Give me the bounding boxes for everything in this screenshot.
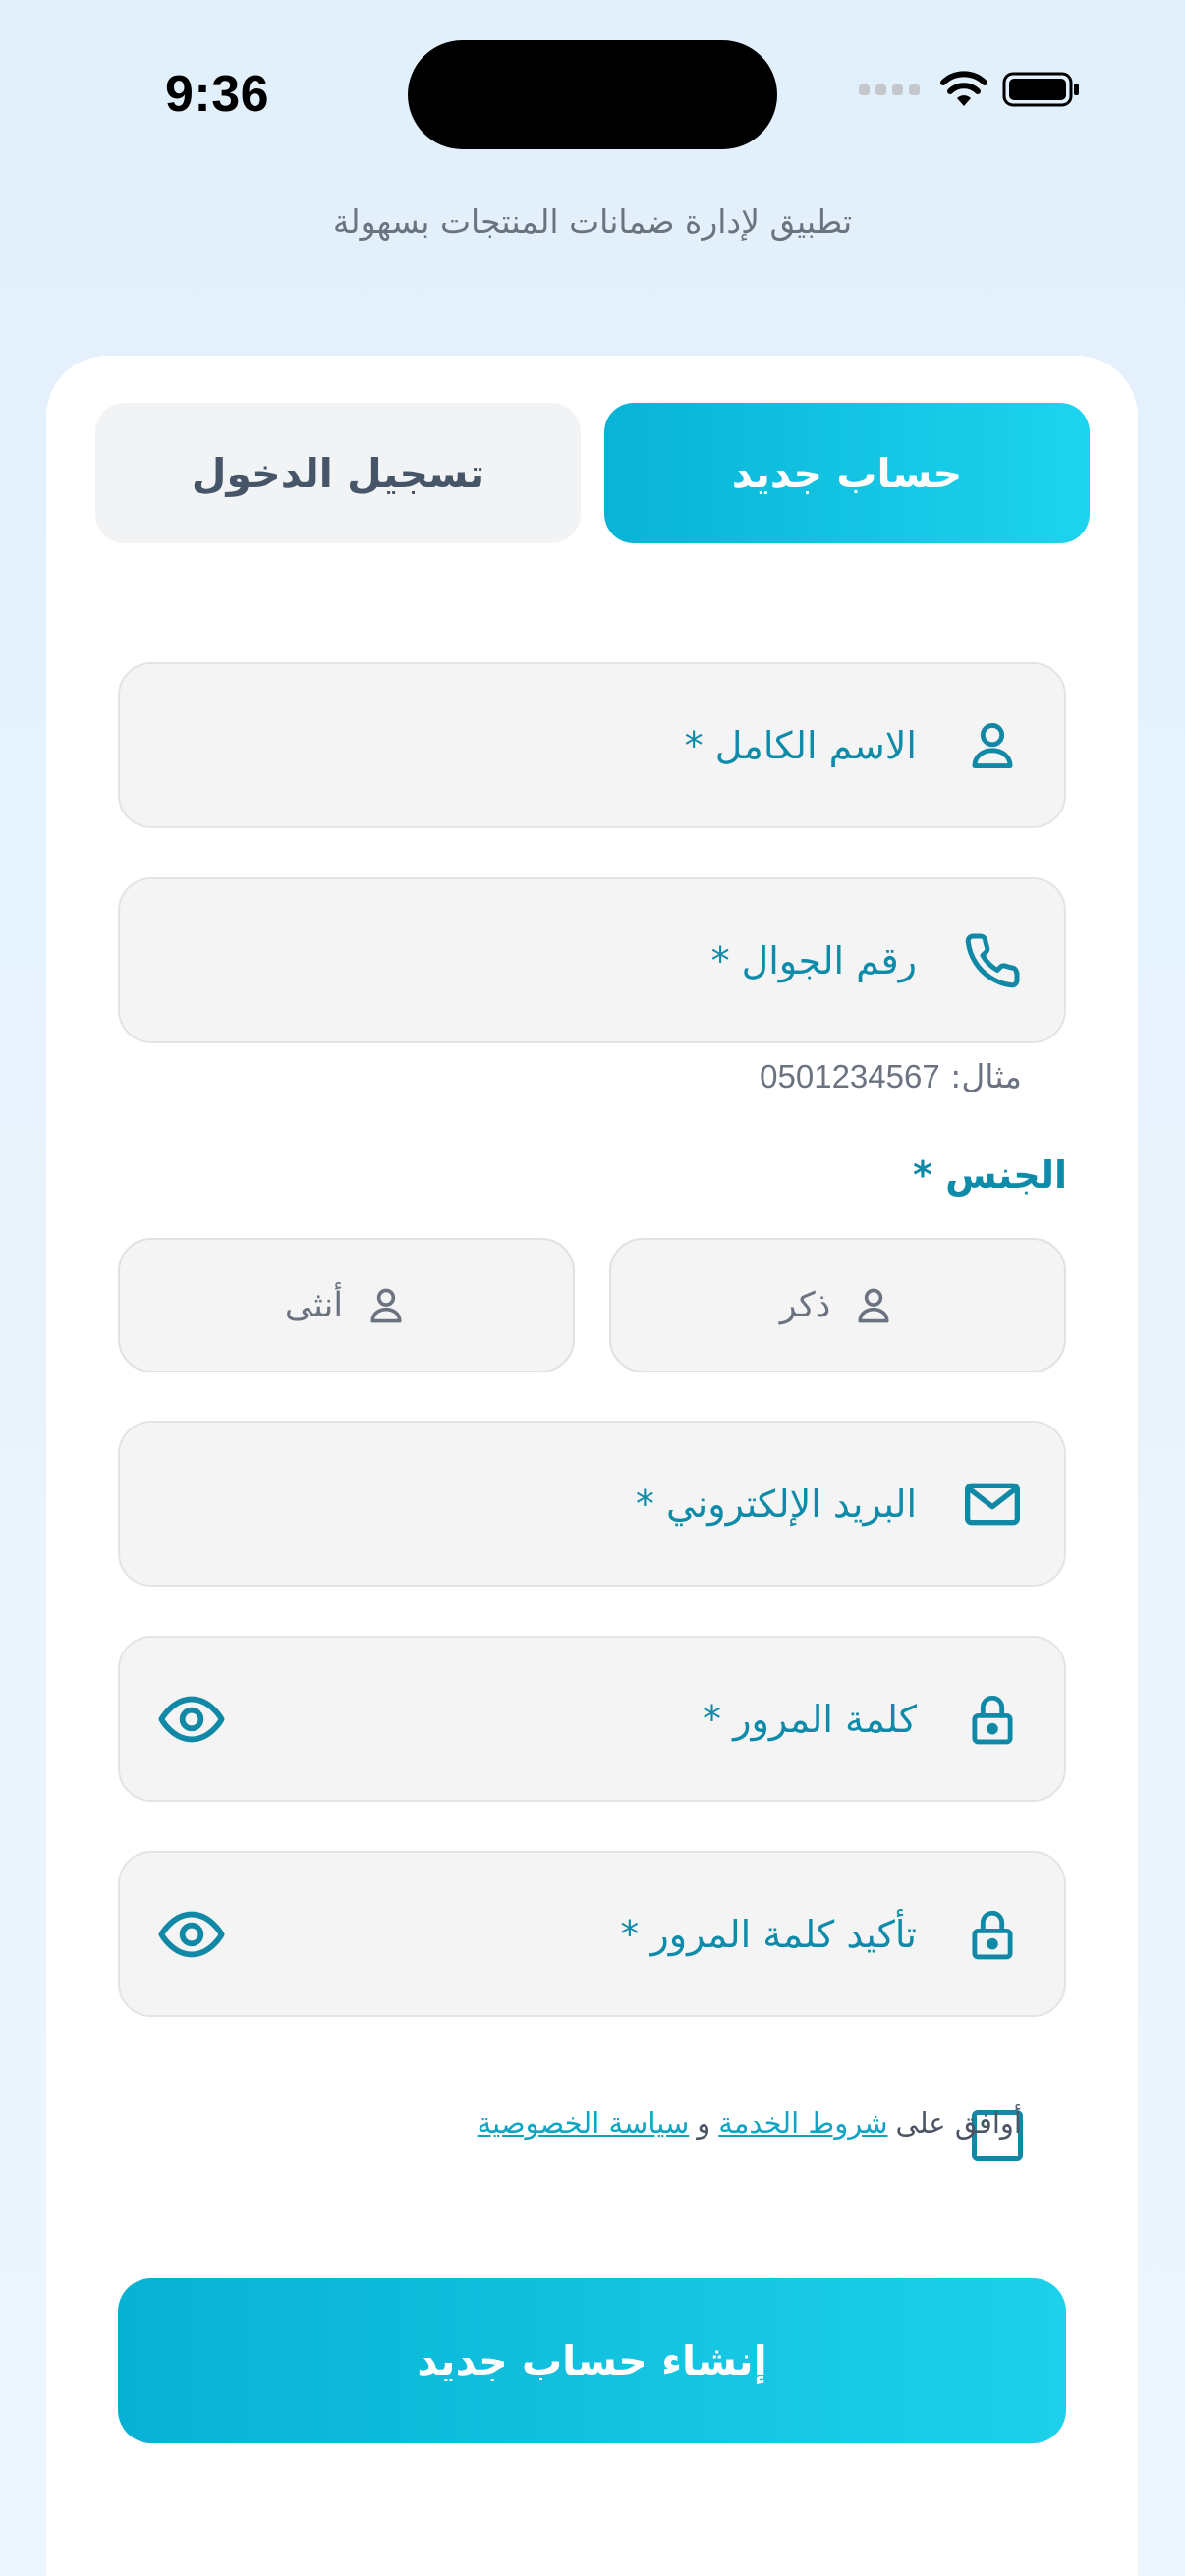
phone-hint: مثال: 0501234567 bbox=[760, 1057, 1022, 1095]
full-name-label: الاسم الكامل * bbox=[684, 723, 917, 767]
create-account-label: إنشاء حساب جديد bbox=[417, 2337, 767, 2384]
phone-hint-prefix: مثال: bbox=[950, 1057, 1022, 1095]
phone-hint-number: 0501234567 bbox=[760, 1058, 940, 1094]
status-time: 9:36 bbox=[165, 66, 270, 123]
gender-label: الجنس * bbox=[912, 1153, 1067, 1197]
tab-register[interactable]: حساب جديد bbox=[604, 403, 1090, 543]
mail-icon bbox=[960, 1472, 1025, 1537]
gender-female-button[interactable]: أنثى bbox=[118, 1238, 575, 1372]
dynamic-island bbox=[408, 40, 777, 149]
email-label: البريد الإلكتروني * bbox=[635, 1482, 917, 1526]
app-subtitle: تطبيق لإدارة ضمانات المنتجات بسهولة bbox=[332, 202, 853, 241]
person-icon bbox=[858, 1288, 889, 1322]
confirm-password-field[interactable]: تأكيد كلمة المرور * bbox=[118, 1851, 1066, 2017]
tab-login-label: تسجيل الدخول bbox=[191, 449, 485, 497]
person-icon bbox=[960, 713, 1025, 778]
eye-icon[interactable] bbox=[155, 1898, 228, 1971]
cellular-icon bbox=[859, 84, 920, 95]
signup-screen: 9:36 تطبيق لإدارة ضمانات المنتجات بسهولة… bbox=[0, 0, 1185, 2576]
wifi-icon bbox=[940, 71, 988, 106]
tab-login[interactable]: تسجيل الدخول bbox=[95, 403, 581, 543]
terms-conjunction: و bbox=[697, 2106, 711, 2140]
terms-text: أوافق على شروط الخدمة و سياسة الخصوصية bbox=[478, 2106, 1022, 2140]
tab-register-label: حساب جديد bbox=[731, 449, 963, 497]
privacy-policy-link[interactable]: سياسة الخصوصية bbox=[478, 2106, 690, 2140]
lock-icon bbox=[960, 1902, 1025, 1967]
phone-icon bbox=[960, 928, 1025, 993]
gender-male-label: ذكر bbox=[779, 1285, 831, 1325]
status-icons bbox=[859, 71, 1081, 108]
password-field[interactable]: كلمة المرور * bbox=[118, 1636, 1066, 1802]
phone-field[interactable]: رقم الجوال * bbox=[118, 877, 1066, 1043]
password-label: كلمة المرور * bbox=[703, 1697, 917, 1741]
full-name-field[interactable]: الاسم الكامل * bbox=[118, 662, 1066, 828]
terms-of-service-link[interactable]: شروط الخدمة bbox=[718, 2106, 887, 2140]
create-account-button[interactable]: إنشاء حساب جديد bbox=[118, 2278, 1066, 2443]
person-icon bbox=[370, 1288, 402, 1322]
battery-icon bbox=[1002, 71, 1081, 108]
gender-female-label: أنثى bbox=[284, 1285, 344, 1325]
eye-icon[interactable] bbox=[155, 1683, 228, 1756]
lock-icon bbox=[960, 1687, 1025, 1752]
terms-prefix: أوافق على bbox=[895, 2106, 1022, 2140]
confirm-password-label: تأكيد كلمة المرور * bbox=[620, 1912, 917, 1956]
gender-male-button[interactable]: ذكر bbox=[609, 1238, 1066, 1372]
email-field[interactable]: البريد الإلكتروني * bbox=[118, 1421, 1066, 1587]
phone-label: رقم الجوال * bbox=[710, 938, 917, 982]
